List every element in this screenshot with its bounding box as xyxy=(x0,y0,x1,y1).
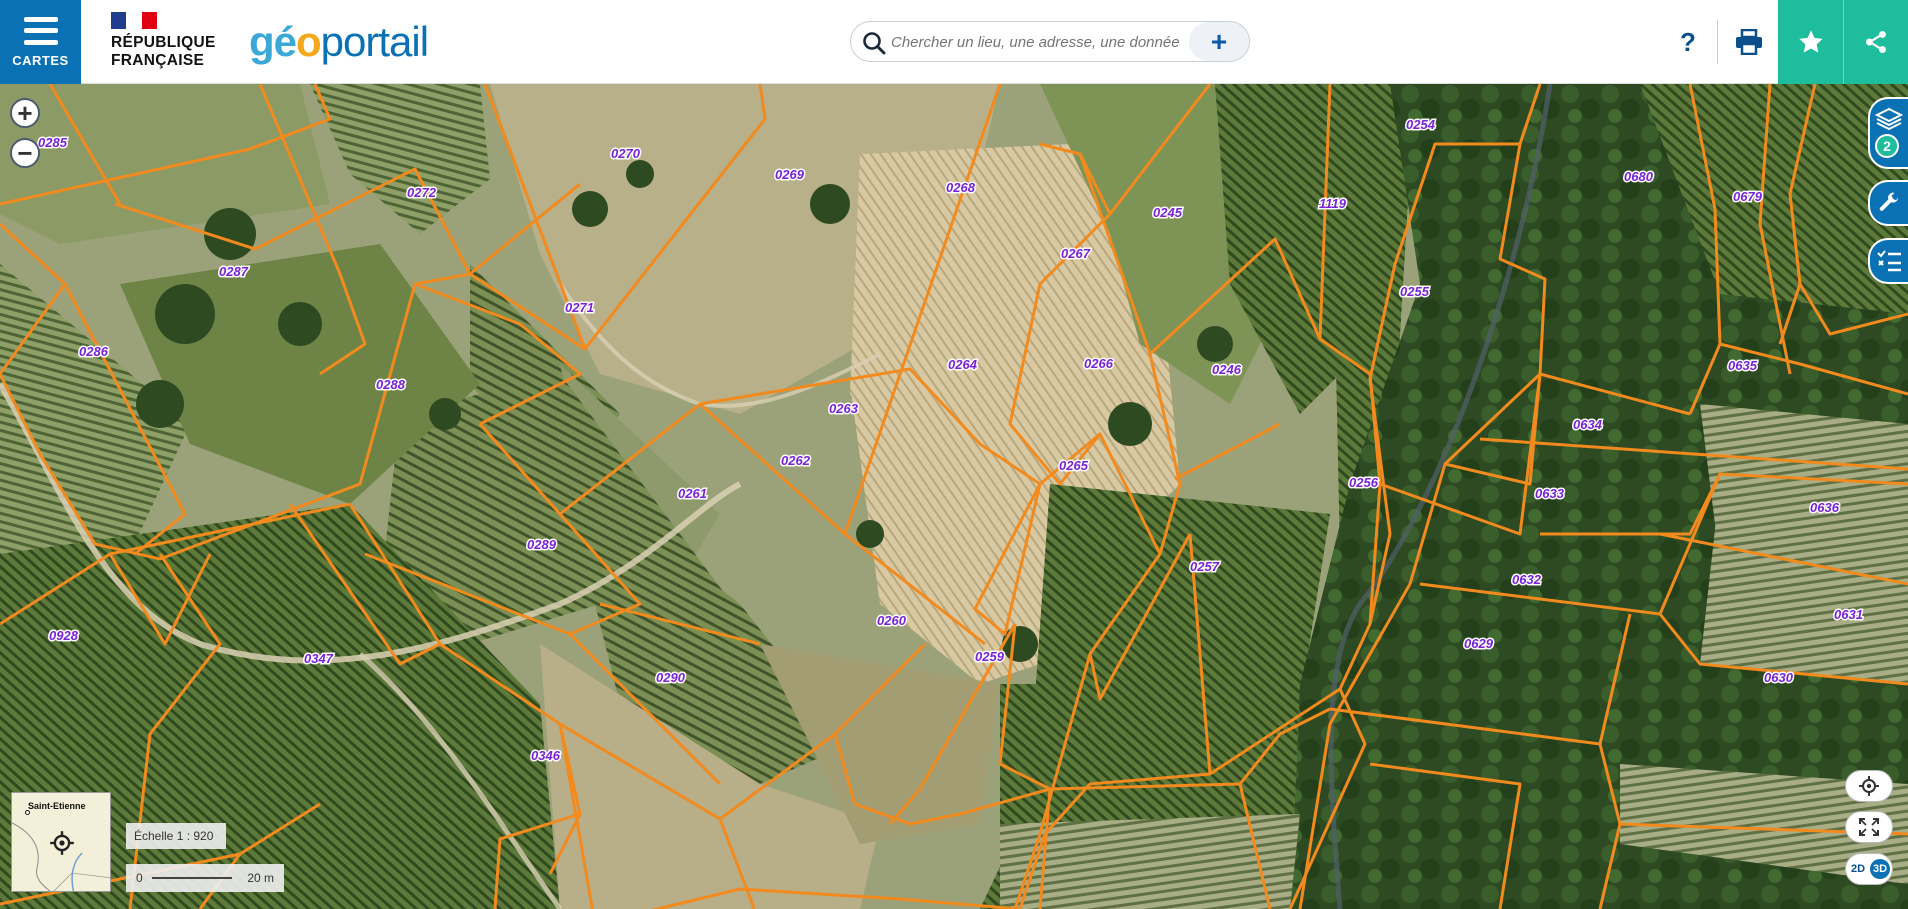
share-icon xyxy=(1865,30,1886,54)
parcel-label: 0271 xyxy=(565,300,594,315)
french-flag-icon xyxy=(111,12,157,29)
parcel-label: 0259 xyxy=(975,649,1005,664)
parcel-label: 0270 xyxy=(611,146,641,161)
parcel-label: 0261 xyxy=(678,486,707,501)
parcel-label: 0928 xyxy=(49,628,79,643)
print-button[interactable] xyxy=(1729,22,1769,62)
parcel-label: 0679 xyxy=(1733,189,1763,204)
parcel-label: 0289 xyxy=(527,537,557,552)
parcel-label: 0272 xyxy=(407,185,437,200)
fullscreen-button[interactable] xyxy=(1845,811,1893,843)
parcel-label: 0256 xyxy=(1349,475,1379,490)
parcel-label: 0680 xyxy=(1624,169,1654,184)
parcel-label: 0635 xyxy=(1728,358,1758,373)
parcel-label: 0634 xyxy=(1573,417,1603,432)
header-divider xyxy=(1717,20,1718,64)
star-icon xyxy=(1798,30,1823,53)
plus-icon: + xyxy=(17,98,33,128)
advanced-search-button[interactable]: + xyxy=(1189,22,1249,61)
share-button[interactable] xyxy=(1843,0,1908,84)
parcel-label: 0268 xyxy=(946,180,976,195)
republique-text: RÉPUBLIQUE FRANÇAISE xyxy=(111,34,216,70)
parcel-label: 0262 xyxy=(781,453,811,468)
minus-icon: − xyxy=(17,138,33,168)
parcel-label: 0267 xyxy=(1061,246,1091,261)
republique-francaise-logo[interactable]: RÉPUBLIQUE FRANÇAISE xyxy=(111,12,226,74)
parcel-label: 0288 xyxy=(376,377,406,392)
geoportail-logo[interactable]: géoportail xyxy=(249,14,429,70)
parcel-label: 0257 xyxy=(1190,559,1220,574)
map-view[interactable]: 0285 0270 0269 0268 0272 0245 0254 0680 … xyxy=(0,84,1908,909)
parcel-label: 0260 xyxy=(877,613,907,628)
favorites-button[interactable] xyxy=(1778,0,1843,84)
parcel-label: 0346 xyxy=(531,748,561,763)
logo-part-2: o xyxy=(296,18,322,65)
scale-line xyxy=(152,877,232,879)
zoom-in-button[interactable]: + xyxy=(10,98,40,128)
crosshair-icon xyxy=(1859,776,1879,796)
parcel-label: 0286 xyxy=(79,344,109,359)
layers-icon xyxy=(1875,107,1903,131)
logo-part-1: gé xyxy=(249,18,297,65)
parcel-label: 0631 xyxy=(1834,607,1863,622)
help-button[interactable]: ? xyxy=(1668,22,1708,62)
wrench-icon xyxy=(1879,192,1899,211)
parcel-label: 0264 xyxy=(948,357,978,372)
parcel-label: 1119 xyxy=(1319,196,1347,211)
republique-line-2: FRANÇAISE xyxy=(111,52,205,69)
parcel-label: 0285 xyxy=(38,135,68,150)
parcel-label: 0636 xyxy=(1810,500,1840,515)
parcel-label: 0246 xyxy=(1212,362,1242,377)
aerial-imagery: 0285 0270 0269 0268 0272 0245 0254 0680 … xyxy=(0,84,1908,909)
geolocate-button[interactable] xyxy=(1845,770,1893,802)
parcel-label: 0265 xyxy=(1059,458,1089,473)
help-icon: ? xyxy=(1680,26,1696,57)
print-icon xyxy=(1736,29,1762,55)
parcel-label: 0269 xyxy=(775,167,805,182)
2d-option[interactable]: 2D xyxy=(1848,859,1868,879)
search-icon[interactable] xyxy=(861,30,887,56)
fullscreen-icon xyxy=(1859,818,1879,836)
search-input[interactable] xyxy=(891,29,1191,55)
zoom-out-button[interactable]: − xyxy=(10,138,40,168)
parcel-label: 0254 xyxy=(1406,117,1436,132)
3d-option[interactable]: 3D xyxy=(1870,859,1890,879)
parcel-label: 0263 xyxy=(829,401,859,416)
crosshair-icon xyxy=(50,831,74,855)
republique-line-1: RÉPUBLIQUE xyxy=(111,34,216,51)
overview-map[interactable]: Saint-Etienne xyxy=(11,792,111,892)
parcel-label: 0347 xyxy=(304,651,334,666)
parcel-label: 0245 xyxy=(1153,205,1183,220)
parcel-label: 0629 xyxy=(1464,636,1494,651)
search-bar: + xyxy=(850,21,1250,62)
parcel-label: 0630 xyxy=(1764,670,1794,685)
list-icon xyxy=(1877,250,1901,272)
menu-label: CARTES xyxy=(12,52,69,68)
scale-ratio: Échelle 1 : 920 xyxy=(126,823,226,849)
legend-button[interactable] xyxy=(1868,238,1908,284)
scale-bar: 0 20 m xyxy=(126,864,284,892)
cartes-menu-button[interactable]: CARTES xyxy=(0,0,81,84)
layers-count-badge: 2 xyxy=(1875,134,1899,158)
top-header: CARTES RÉPUBLIQUE FRANÇAISE géoportail +… xyxy=(0,0,1908,84)
parcel-label: 0633 xyxy=(1535,486,1565,501)
overview-city-label: Saint-Etienne xyxy=(28,801,86,811)
layers-button[interactable] xyxy=(1868,97,1908,169)
parcel-label: 0632 xyxy=(1512,572,1542,587)
parcel-label: 0255 xyxy=(1400,284,1430,299)
menu-icon xyxy=(23,16,58,45)
parcel-label: 0290 xyxy=(656,670,686,685)
logo-part-3: portail xyxy=(320,18,429,65)
scale-distance: 20 m xyxy=(247,871,274,885)
parcel-label: 0266 xyxy=(1084,356,1114,371)
parcel-label: 0287 xyxy=(219,264,249,279)
tools-button[interactable] xyxy=(1868,180,1908,226)
view-mode-toggle[interactable]: 2D 3D xyxy=(1845,853,1893,885)
scale-zero: 0 xyxy=(136,871,143,885)
